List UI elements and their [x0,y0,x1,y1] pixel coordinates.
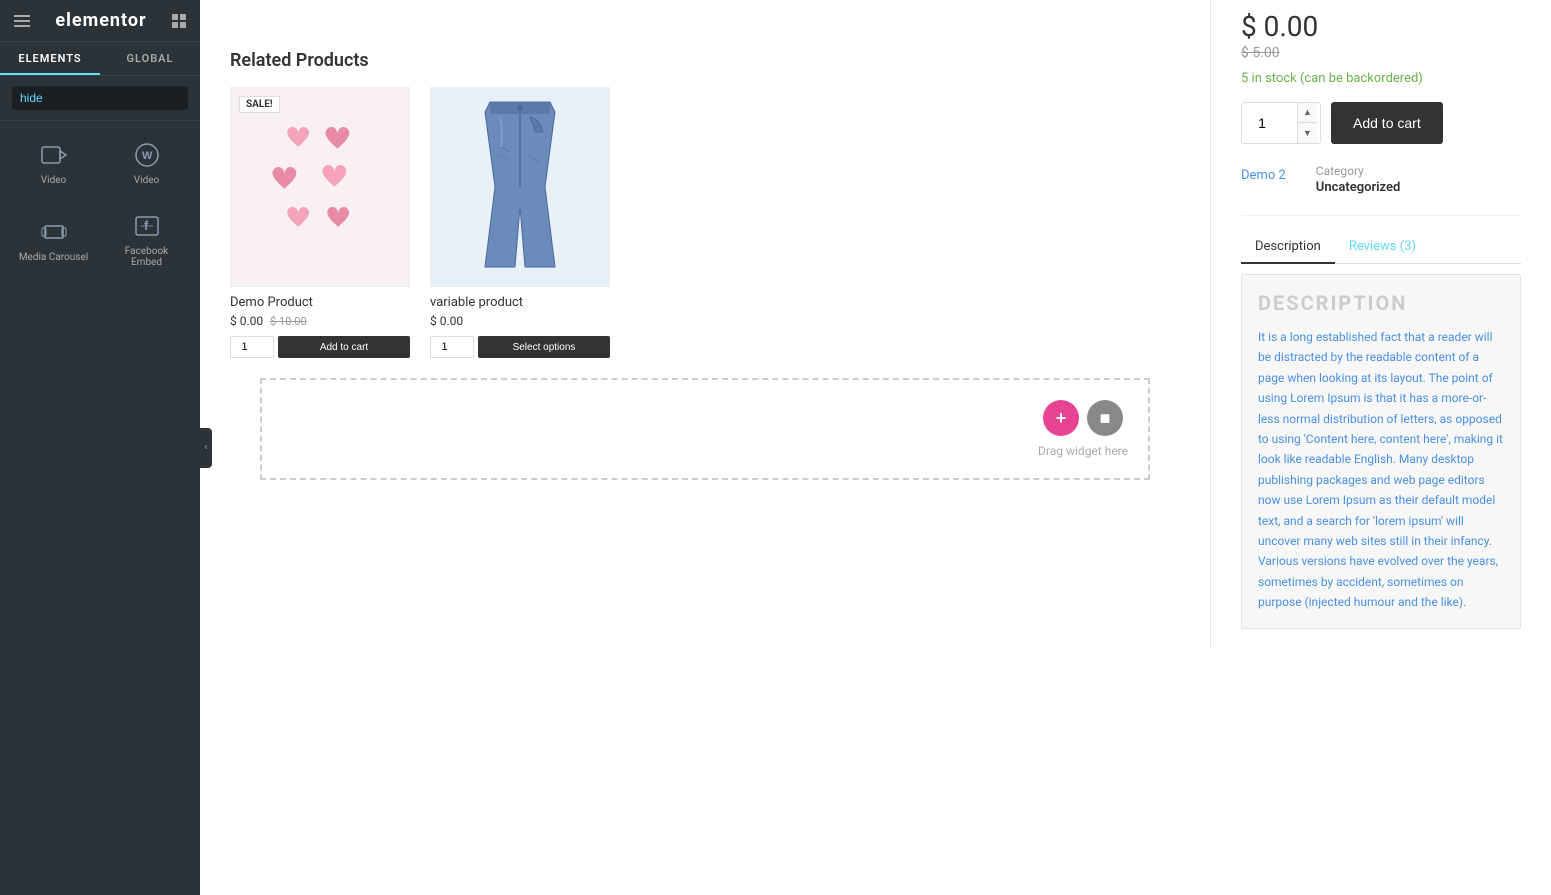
demo-product-actions: Add to cart [230,336,410,358]
quantity-input-wrapper: ▲ ▼ [1241,102,1321,144]
widget-media-carousel-label: Media Carousel [19,252,88,263]
product-price-original: $ 5.00 [1241,45,1521,61]
brand-logo: elementor [55,10,146,31]
quantity-input[interactable] [1242,107,1297,139]
search-bar [0,76,200,121]
description-tabs: Description Reviews (3) [1241,231,1521,264]
product-right: $ 0.00 $ 5.00 5 in stock (can be backord… [1211,0,1551,649]
drag-handle-button[interactable]: ■ [1087,400,1123,436]
sidebar: elementor ELEMENTS GLOBAL Video [0,0,200,895]
description-text: It is a long established fact that a rea… [1258,327,1504,612]
widget-facebook-embed[interactable]: f Facebook Embed [101,200,192,280]
widget-facebook-embed-label: Facebook Embed [109,246,184,268]
product-price-current: $ 0.00 [1241,10,1521,43]
quantity-spinners: ▲ ▼ [1297,102,1317,144]
quantity-down-button[interactable]: ▼ [1298,123,1317,144]
variable-product-actions: Select options [430,336,610,358]
stock-info: 5 in stock (can be backordered) [1241,71,1521,86]
product-card-variable-image [430,87,610,287]
video-icon [40,141,68,169]
widget-media-carousel[interactable]: Media Carousel [8,200,99,280]
widget-video-1-label: Video [41,175,66,186]
drag-label: Drag widget here [1038,444,1128,458]
widget-grid: Video W Video Media Carousel [0,121,200,288]
variable-add-to-cart-button[interactable]: Select options [478,336,610,358]
facebook-embed-icon: f [133,212,161,240]
demo-product-qty[interactable] [230,336,274,358]
hearts-image [231,88,409,286]
demo-product-name: Demo Product [230,295,410,310]
tab-elements[interactable]: ELEMENTS [0,42,100,75]
description-heading: DESCRIPTION [1258,291,1504,315]
demo-product-price: $ 0.00 $ 10.00 [230,314,410,328]
product-category-meta: Category Uncategorized [1316,164,1401,195]
product-card-demo: SALE! [230,87,410,358]
description-box: DESCRIPTION It is a long established fac… [1241,274,1521,629]
widget-video-2[interactable]: W Video [101,129,192,198]
widget-video-1[interactable]: Video [8,129,99,198]
demo-add-to-cart-button[interactable]: Add to cart [278,336,410,358]
search-input[interactable] [12,86,188,110]
product-area: Related Products SALE! [200,0,1551,649]
grid-icon[interactable] [172,14,186,28]
sale-badge: SALE! [239,96,280,113]
product-card-variable: variable product $ 0.00 Select options [430,87,610,358]
drag-widget-area: + ■ Drag widget here [260,378,1150,480]
drag-controls: + ■ Drag widget here [1038,400,1128,458]
product-left: Related Products SALE! [200,0,1211,649]
sidebar-header: elementor [0,0,200,42]
media-carousel-icon [40,218,68,246]
hamburger-menu-icon[interactable] [14,15,30,27]
variable-product-price: $ 0.00 [430,314,610,328]
add-to-cart-button[interactable]: Add to cart [1331,102,1443,144]
jeans-image [431,88,609,286]
sidebar-collapse-handle[interactable]: ‹ [200,428,212,468]
product-divider [1241,215,1521,216]
svg-text:f: f [144,218,149,233]
category-label: Category [1316,164,1401,178]
add-widget-button[interactable]: + [1043,400,1079,436]
product-meta: Demo 2 Category Uncategorized [1241,164,1521,195]
quantity-up-button[interactable]: ▲ [1298,102,1317,123]
product-card-demo-image: SALE! [230,87,410,287]
add-to-cart-row: ▲ ▼ Add to cart [1241,102,1521,144]
drag-btn-row: + ■ [1043,400,1123,436]
sidebar-tabs: ELEMENTS GLOBAL [0,42,200,76]
related-products-heading: Related Products [230,50,1180,71]
product-tag-meta: Demo 2 [1241,164,1286,183]
tab-global[interactable]: GLOBAL [100,42,200,75]
main-content: Related Products SALE! [200,0,1551,895]
widget-video-2-label: Video [134,175,159,186]
category-value: Uncategorized [1316,180,1401,195]
variable-product-name: variable product [430,295,610,310]
wp-video-icon: W [133,141,161,169]
product-tag-link[interactable]: Demo 2 [1241,168,1286,183]
products-grid: SALE! [230,87,1180,358]
tab-reviews[interactable]: Reviews (3) [1335,231,1430,264]
variable-product-qty[interactable] [430,336,474,358]
svg-text:W: W [142,150,153,162]
tab-description[interactable]: Description [1241,231,1335,264]
